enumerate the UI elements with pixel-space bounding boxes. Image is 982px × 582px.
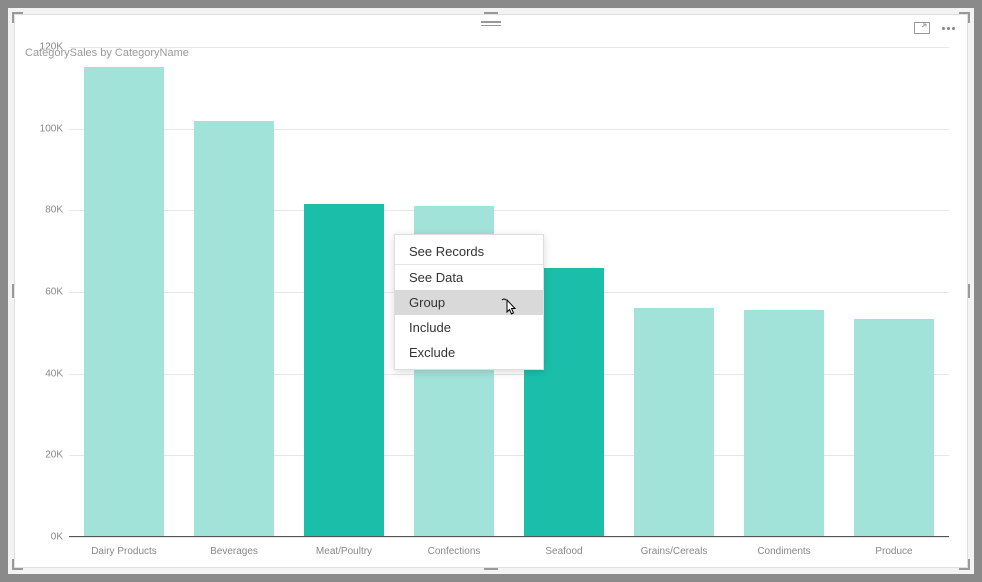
menu-item-see-data[interactable]: See Data <box>395 265 543 290</box>
menu-item-exclude[interactable]: Exclude <box>395 340 543 365</box>
x-label: Beverages <box>179 546 289 557</box>
bar-grains-cereals[interactable] <box>634 308 713 537</box>
x-label: Dairy Products <box>69 546 179 557</box>
bar-dairy-products[interactable] <box>84 67 163 537</box>
x-axis: Dairy ProductsBeveragesMeat/PoultryConfe… <box>69 546 949 557</box>
focus-mode-icon[interactable] <box>913 21 931 35</box>
y-tick-label: 20K <box>45 450 63 461</box>
y-tick-label: 0K <box>51 532 63 543</box>
bar-slot <box>619 47 729 537</box>
menu-item-see-records[interactable]: See Records <box>395 239 543 265</box>
bar-beverages[interactable] <box>194 121 273 538</box>
visual-header <box>15 15 967 39</box>
bar-slot <box>289 47 399 537</box>
y-tick-label: 60K <box>45 287 63 298</box>
more-options-icon[interactable] <box>939 21 957 35</box>
x-axis-line <box>69 536 949 537</box>
x-label: Grains/Cereals <box>619 546 729 557</box>
y-axis: 0K20K40K60K80K100K120K <box>33 47 67 537</box>
y-tick-label: 40K <box>45 368 63 379</box>
bar-slot <box>179 47 289 537</box>
menu-item-include[interactable]: Include <box>395 315 543 340</box>
y-tick-label: 100K <box>40 123 63 134</box>
bar-slot <box>729 47 839 537</box>
menu-item-group[interactable]: Group <box>395 290 543 315</box>
canvas-background: CategorySales by CategoryName 0K20K40K60… <box>8 8 974 574</box>
y-tick-label: 120K <box>40 42 63 53</box>
bar-condiments[interactable] <box>744 310 823 537</box>
bar-slot <box>839 47 949 537</box>
bar-slot <box>69 47 179 537</box>
drag-grip-icon[interactable] <box>481 21 501 26</box>
x-label: Meat/Poultry <box>289 546 399 557</box>
context-menu: See RecordsSee DataGroupIncludeExclude <box>394 234 544 370</box>
x-label: Produce <box>839 546 949 557</box>
bar-meat-poultry[interactable] <box>304 204 383 537</box>
x-label: Confections <box>399 546 509 557</box>
x-label: Condiments <box>729 546 839 557</box>
bar-produce[interactable] <box>854 319 933 537</box>
gridline <box>69 537 949 538</box>
y-tick-label: 80K <box>45 205 63 216</box>
x-label: Seafood <box>509 546 619 557</box>
visual-actions <box>913 21 957 35</box>
